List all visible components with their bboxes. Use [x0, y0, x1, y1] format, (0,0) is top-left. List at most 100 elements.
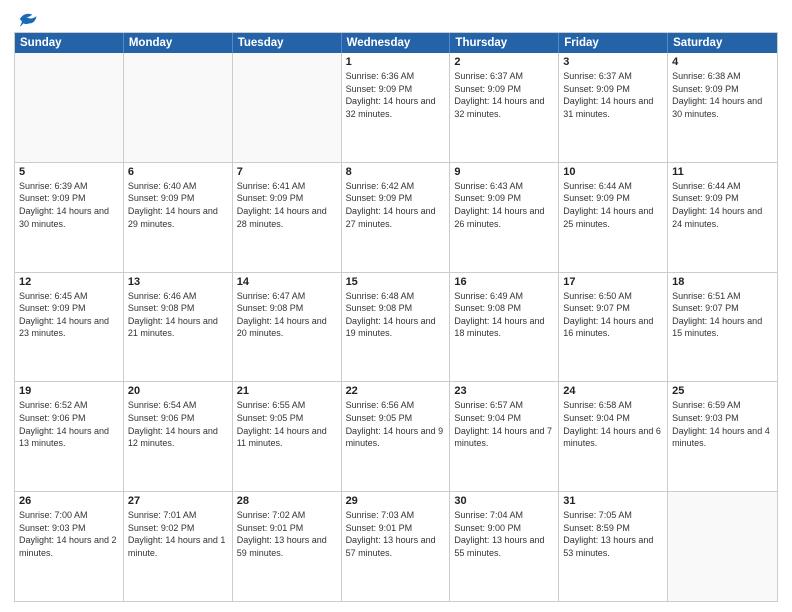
day-info: Sunrise: 6:57 AMSunset: 9:04 PMDaylight:… — [454, 399, 554, 449]
day-number: 31 — [563, 495, 663, 507]
day-number: 10 — [563, 166, 663, 178]
calendar: SundayMondayTuesdayWednesdayThursdayFrid… — [14, 32, 778, 602]
day-header-saturday: Saturday — [668, 33, 777, 53]
day-info: Sunrise: 7:02 AMSunset: 9:01 PMDaylight:… — [237, 509, 337, 559]
day-info: Sunrise: 6:54 AMSunset: 9:06 PMDaylight:… — [128, 399, 228, 449]
day-number: 15 — [346, 276, 446, 288]
day-cell: 30 Sunrise: 7:04 AMSunset: 9:00 PMDayligh… — [450, 492, 559, 601]
day-cell: 2 Sunrise: 6:37 AMSunset: 9:09 PMDaylight… — [450, 53, 559, 162]
day-cell: 27 Sunrise: 7:01 AMSunset: 9:02 PMDayligh… — [124, 492, 233, 601]
day-cell: 24 Sunrise: 6:58 AMSunset: 9:04 PMDayligh… — [559, 382, 668, 491]
day-cell: 25Sunrise: 6:59 AMSunset: 9:03 PMDayligh… — [668, 382, 777, 491]
day-info: Sunrise: 7:01 AMSunset: 9:02 PMDaylight:… — [128, 509, 228, 559]
calendar-row-2: 12 Sunrise: 6:45 AMSunset: 9:09 PMDayligh… — [15, 272, 777, 382]
day-number: 19 — [19, 385, 119, 397]
calendar-row-1: 5 Sunrise: 6:39 AMSunset: 9:09 PMDaylight… — [15, 162, 777, 272]
day-cell: 11 Sunrise: 6:44 AMSunset: 9:09 PMDayligh… — [668, 163, 777, 272]
day-cell: 10Sunrise: 6:44 AMSunset: 9:09 PMDayligh… — [559, 163, 668, 272]
day-cell: 7Sunrise: 6:41 AMSunset: 9:09 PMDaylight… — [233, 163, 342, 272]
calendar-body: 1 Sunrise: 6:36 AMSunset: 9:09 PMDaylight… — [15, 53, 777, 601]
day-number: 5 — [19, 166, 119, 178]
day-cell — [15, 53, 124, 162]
day-cell — [668, 492, 777, 601]
day-info: Sunrise: 6:49 AMSunset: 9:08 PMDaylight:… — [454, 290, 554, 340]
day-info: Sunrise: 6:43 AMSunset: 9:09 PMDaylight:… — [454, 180, 554, 230]
day-header-friday: Friday — [559, 33, 668, 53]
day-number: 29 — [346, 495, 446, 507]
day-cell — [233, 53, 342, 162]
day-number: 7 — [237, 166, 337, 178]
day-header-thursday: Thursday — [450, 33, 559, 53]
day-cell — [124, 53, 233, 162]
day-cell: 5 Sunrise: 6:39 AMSunset: 9:09 PMDaylight… — [15, 163, 124, 272]
day-info: Sunrise: 6:36 AMSunset: 9:09 PMDaylight:… — [346, 70, 446, 120]
logo — [14, 10, 38, 26]
day-cell: 15 Sunrise: 6:48 AMSunset: 9:08 PMDayligh… — [342, 273, 451, 382]
day-info: Sunrise: 6:59 AMSunset: 9:03 PMDaylight:… — [672, 399, 773, 449]
day-info: Sunrise: 6:44 AMSunset: 9:09 PMDaylight:… — [672, 180, 773, 230]
day-cell: 26 Sunrise: 7:00 AMSunset: 9:03 PMDayligh… — [15, 492, 124, 601]
day-info: Sunrise: 6:58 AMSunset: 9:04 PMDaylight:… — [563, 399, 663, 449]
day-number: 16 — [454, 276, 554, 288]
day-info: Sunrise: 7:00 AMSunset: 9:03 PMDaylight:… — [19, 509, 119, 559]
day-number: 27 — [128, 495, 228, 507]
day-cell: 3Sunrise: 6:37 AMSunset: 9:09 PMDaylight… — [559, 53, 668, 162]
day-info: Sunrise: 6:51 AMSunset: 9:07 PMDaylight:… — [672, 290, 773, 340]
day-cell: 20 Sunrise: 6:54 AMSunset: 9:06 PMDayligh… — [124, 382, 233, 491]
day-number: 1 — [346, 56, 446, 68]
day-info: Sunrise: 7:03 AMSunset: 9:01 PMDaylight:… — [346, 509, 446, 559]
day-cell: 14Sunrise: 6:47 AMSunset: 9:08 PMDayligh… — [233, 273, 342, 382]
day-info: Sunrise: 6:52 AMSunset: 9:06 PMDaylight:… — [19, 399, 119, 449]
day-cell: 21 Sunrise: 6:55 AMSunset: 9:05 PMDayligh… — [233, 382, 342, 491]
day-cell: 9 Sunrise: 6:43 AMSunset: 9:09 PMDaylight… — [450, 163, 559, 272]
day-number: 26 — [19, 495, 119, 507]
day-number: 11 — [672, 166, 773, 178]
day-header-sunday: Sunday — [15, 33, 124, 53]
day-number: 6 — [128, 166, 228, 178]
day-header-wednesday: Wednesday — [342, 33, 451, 53]
day-info: Sunrise: 6:39 AMSunset: 9:09 PMDaylight:… — [19, 180, 119, 230]
day-cell: 16 Sunrise: 6:49 AMSunset: 9:08 PMDayligh… — [450, 273, 559, 382]
day-number: 13 — [128, 276, 228, 288]
day-info: Sunrise: 6:46 AMSunset: 9:08 PMDaylight:… — [128, 290, 228, 340]
day-info: Sunrise: 6:48 AMSunset: 9:08 PMDaylight:… — [346, 290, 446, 340]
day-info: Sunrise: 6:50 AMSunset: 9:07 PMDaylight:… — [563, 290, 663, 340]
day-cell: 12 Sunrise: 6:45 AMSunset: 9:09 PMDayligh… — [15, 273, 124, 382]
day-info: Sunrise: 6:37 AMSunset: 9:09 PMDaylight:… — [454, 70, 554, 120]
day-number: 9 — [454, 166, 554, 178]
day-number: 2 — [454, 56, 554, 68]
day-info: Sunrise: 6:56 AMSunset: 9:05 PMDaylight:… — [346, 399, 446, 449]
day-number: 30 — [454, 495, 554, 507]
day-cell: 8Sunrise: 6:42 AMSunset: 9:09 PMDaylight… — [342, 163, 451, 272]
day-info: Sunrise: 6:47 AMSunset: 9:08 PMDaylight:… — [237, 290, 337, 340]
day-cell: 13 Sunrise: 6:46 AMSunset: 9:08 PMDayligh… — [124, 273, 233, 382]
day-cell: 28Sunrise: 7:02 AMSunset: 9:01 PMDayligh… — [233, 492, 342, 601]
day-info: Sunrise: 7:04 AMSunset: 9:00 PMDaylight:… — [454, 509, 554, 559]
day-cell: 22Sunrise: 6:56 AMSunset: 9:05 PMDayligh… — [342, 382, 451, 491]
day-info: Sunrise: 6:45 AMSunset: 9:09 PMDaylight:… — [19, 290, 119, 340]
day-number: 12 — [19, 276, 119, 288]
day-number: 4 — [672, 56, 773, 68]
day-header-monday: Monday — [124, 33, 233, 53]
day-number: 20 — [128, 385, 228, 397]
day-header-tuesday: Tuesday — [233, 33, 342, 53]
day-cell: 18 Sunrise: 6:51 AMSunset: 9:07 PMDayligh… — [668, 273, 777, 382]
day-number: 18 — [672, 276, 773, 288]
day-info: Sunrise: 6:40 AMSunset: 9:09 PMDaylight:… — [128, 180, 228, 230]
calendar-row-0: 1 Sunrise: 6:36 AMSunset: 9:09 PMDaylight… — [15, 53, 777, 162]
day-cell: 29 Sunrise: 7:03 AMSunset: 9:01 PMDayligh… — [342, 492, 451, 601]
day-headers-row: SundayMondayTuesdayWednesdayThursdayFrid… — [15, 33, 777, 53]
logo-bird-icon — [16, 10, 38, 28]
header — [14, 10, 778, 26]
day-number: 21 — [237, 385, 337, 397]
day-number: 23 — [454, 385, 554, 397]
day-cell: 31 Sunrise: 7:05 AMSunset: 8:59 PMDayligh… — [559, 492, 668, 601]
day-cell: 6 Sunrise: 6:40 AMSunset: 9:09 PMDaylight… — [124, 163, 233, 272]
day-number: 8 — [346, 166, 446, 178]
day-info: Sunrise: 6:37 AMSunset: 9:09 PMDaylight:… — [563, 70, 663, 120]
day-info: Sunrise: 7:05 AMSunset: 8:59 PMDaylight:… — [563, 509, 663, 559]
day-cell: 4Sunrise: 6:38 AMSunset: 9:09 PMDaylight… — [668, 53, 777, 162]
day-cell: 1 Sunrise: 6:36 AMSunset: 9:09 PMDaylight… — [342, 53, 451, 162]
day-info: Sunrise: 6:55 AMSunset: 9:05 PMDaylight:… — [237, 399, 337, 449]
day-number: 24 — [563, 385, 663, 397]
